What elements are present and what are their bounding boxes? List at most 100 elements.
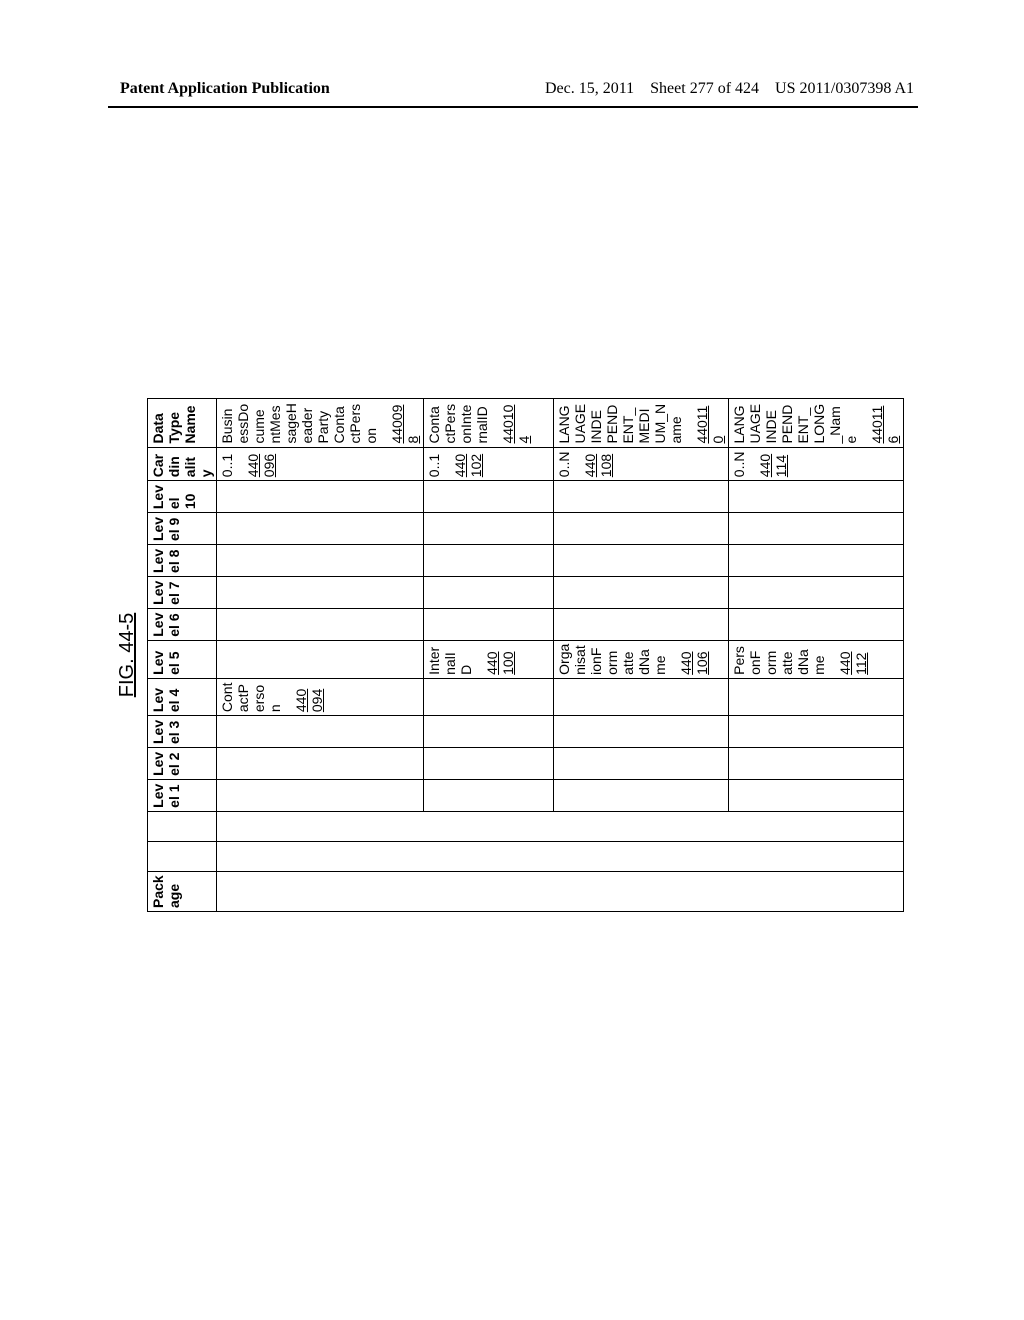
cell-level-1 [424, 779, 554, 811]
card-text: 0..1 [426, 454, 442, 477]
cell-level-10 [424, 481, 554, 513]
cell-level-7 [217, 576, 424, 608]
cell-level-1 [729, 779, 904, 811]
cell-level-9 [217, 513, 424, 545]
col-level-6: Level 6 [148, 608, 217, 640]
header-sheet: Sheet 277 of 424 [650, 80, 759, 97]
level5-ref: 440112 [837, 644, 869, 675]
cell-package-2 [217, 841, 904, 871]
card-ref: 440096 [245, 451, 277, 478]
col-blank-2 [148, 811, 217, 841]
dt-text: ContactPersonInternalID [426, 404, 490, 444]
cell-level-5: InternalID 440100 [424, 640, 554, 678]
col-level-7: Level 7 [148, 576, 217, 608]
cell-package-3 [217, 811, 904, 841]
dt-ref: 440098 [389, 402, 421, 444]
table-header-row: Package Level 1 Level 2 Level 3 Level 4 … [148, 399, 217, 912]
cell-level-6 [729, 608, 904, 640]
cell-level-8 [424, 545, 554, 577]
header-rule [108, 106, 918, 108]
cell-datatype: LANGUAGEINDEPENDENT_MEDIUM_Name 440110 [554, 399, 729, 448]
figure-title: FIG. 44-5 [116, 398, 139, 912]
cell-cardinality: 0..N 440114 [729, 447, 904, 481]
cell-level-1 [554, 779, 729, 811]
dt-ref: 440110 [694, 402, 726, 444]
col-level-3: Level 3 [148, 716, 217, 748]
col-cardinality: Cardinality [148, 447, 217, 481]
cell-level-7 [554, 576, 729, 608]
cell-cardinality: 0..1 440096 [217, 447, 424, 481]
col-package: Package [148, 871, 217, 911]
level4-text: ContactPerson [219, 683, 283, 713]
col-blank-1 [148, 841, 217, 871]
cell-level-4 [424, 678, 554, 715]
cell-datatype: ContactPersonInternalID 440104 [424, 399, 554, 448]
cell-level-3 [424, 716, 554, 748]
cell-level-5: OrganisationFormattedName 440106 [554, 640, 729, 678]
cell-level-5 [217, 640, 424, 678]
cell-level-2 [217, 748, 424, 780]
cell-datatype: BusinessDocumentMessageHeaderPartyContac… [217, 399, 424, 448]
cell-level-4: ContactPerson 440094 [217, 678, 424, 715]
data-table: Package Level 1 Level 2 Level 3 Level 4 … [147, 398, 904, 912]
cell-level-2 [424, 748, 554, 780]
cell-level-8 [729, 545, 904, 577]
cell-cardinality: 0..N 440108 [554, 447, 729, 481]
col-level-5: Level 5 [148, 640, 217, 678]
header-right: Dec. 15, 2011 Sheet 277 of 424 US 2011/0… [545, 80, 914, 98]
cell-level-3 [554, 716, 729, 748]
col-level-8: Level 8 [148, 545, 217, 577]
col-level-2: Level 2 [148, 748, 217, 780]
col-level-1: Level 1 [148, 779, 217, 811]
header-pubno: US 2011/0307398 A1 [775, 80, 914, 97]
cell-level-3 [729, 716, 904, 748]
level5-ref: 440106 [678, 644, 710, 675]
page-header: Patent Application Publication Dec. 15, … [0, 80, 1024, 98]
card-ref: 440102 [452, 451, 484, 478]
cell-level-2 [554, 748, 729, 780]
cell-level-10 [554, 481, 729, 513]
cell-level-10 [729, 481, 904, 513]
level5-text: InternalID [426, 647, 474, 675]
level5-text: OrganisationFormattedName [556, 644, 668, 675]
cell-level-9 [424, 513, 554, 545]
cell-level-6 [424, 608, 554, 640]
card-ref: 440114 [757, 451, 789, 478]
cell-level-9 [554, 513, 729, 545]
dt-text: LANGUAGEINDEPENDENT_MEDIUM_Name [556, 404, 684, 444]
cell-package [217, 871, 904, 911]
level5-ref: 440100 [484, 644, 516, 675]
cell-level-2 [729, 748, 904, 780]
col-level-9: Level 9 [148, 513, 217, 545]
cell-level-6 [554, 608, 729, 640]
dt-ref: 440104 [500, 402, 532, 444]
cell-level-1 [217, 779, 424, 811]
dt-text: BusinessDocumentMessageHeaderPartyContac… [219, 403, 379, 443]
cell-level-8 [217, 545, 424, 577]
cell-level-10 [217, 481, 424, 513]
cell-level-7 [424, 576, 554, 608]
col-level-10: Level 10 [148, 481, 217, 513]
card-text: 0..1 [219, 454, 235, 477]
header-left: Patent Application Publication [120, 80, 330, 98]
card-ref: 440108 [582, 451, 614, 478]
header-date: Dec. 15, 2011 [545, 80, 634, 97]
table-row: ContactPerson 440094 0..1 440096 Busine [217, 399, 424, 912]
card-text: 0..N [556, 452, 572, 478]
cell-cardinality: 0..1 440102 [424, 447, 554, 481]
cell-level-3 [217, 716, 424, 748]
cell-level-9 [729, 513, 904, 545]
level4-ref: 440094 [293, 682, 325, 712]
card-text: 0..N [731, 452, 747, 478]
cell-level-7 [729, 576, 904, 608]
col-level-4: Level 4 [148, 678, 217, 715]
col-datatype: Data Type Name [148, 399, 217, 448]
cell-level-5: PersonFormattedName 440112 [729, 640, 904, 678]
cell-level-8 [554, 545, 729, 577]
cell-level-4 [729, 678, 904, 715]
cell-datatype: LANGUAGEINDEPENDENT_LONG_Name 440116 [729, 399, 904, 448]
figure-container: FIG. 44-5 Package Level 1 Level 2 Level … [116, 398, 904, 912]
cell-level-4 [554, 678, 729, 715]
level5-text: PersonFormattedName [731, 646, 827, 675]
dt-ref: 440116 [869, 402, 901, 444]
